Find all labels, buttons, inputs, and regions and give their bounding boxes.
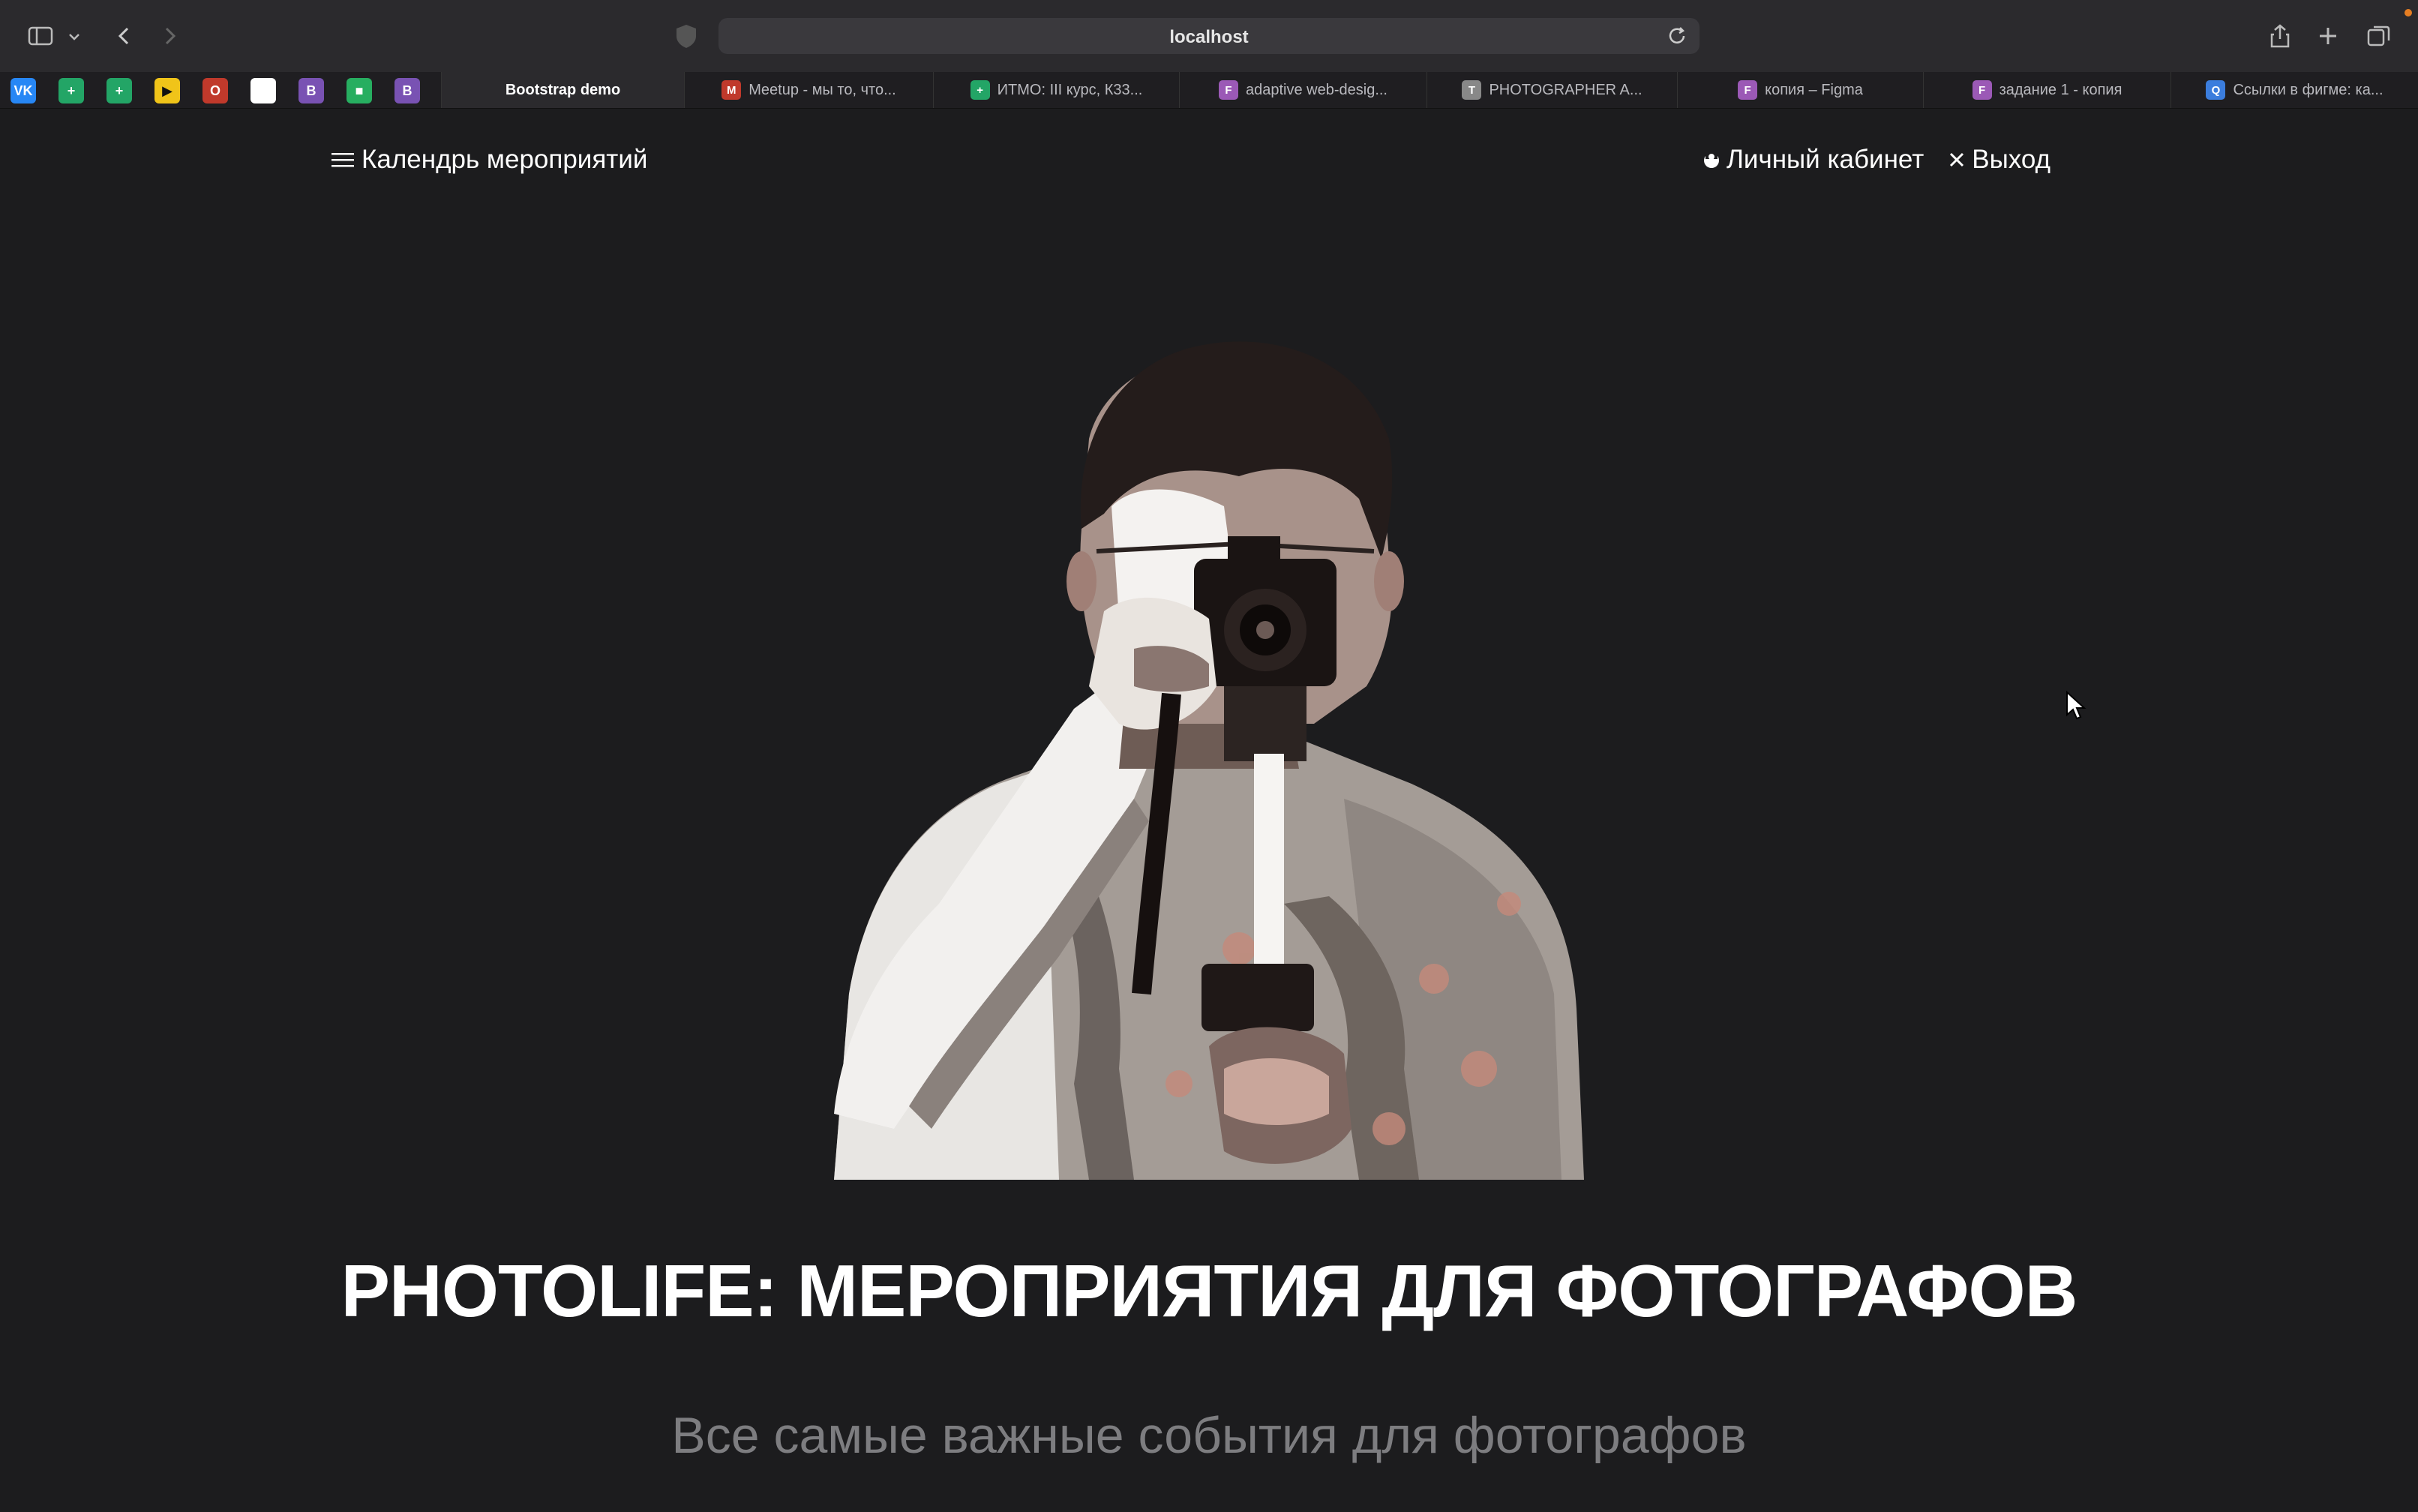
browser-tab[interactable]: Fзадание 1 - копия <box>1923 72 2170 108</box>
tab-label: задание 1 - копия <box>1999 81 2122 98</box>
bootstrap-icon[interactable]: B <box>298 78 324 104</box>
logout-link[interactable]: Выход <box>1948 145 2050 175</box>
cabinet-label: Личный кабинет <box>1726 145 1924 174</box>
logout-label: Выход <box>1972 145 2050 174</box>
sidebar-toggle-icon[interactable] <box>27 22 54 50</box>
tab-favicon-icon: F <box>1972 80 1992 100</box>
hero-subtitle: Все самые важные события для фотографов <box>671 1407 1747 1464</box>
tab-label: ИТМО: III курс, К33... <box>997 81 1143 98</box>
address-bar[interactable]: localhost <box>718 18 1700 54</box>
tab-favicon-icon: + <box>970 80 990 100</box>
browser-tab[interactable]: T PHOTOGRAPHER A... <box>1426 72 1677 108</box>
sheets-icon[interactable]: + <box>58 78 84 104</box>
sheets-icon[interactable]: + <box>106 78 132 104</box>
tab-favicon-icon: T <box>1462 80 1482 100</box>
hamburger-icon <box>332 153 354 167</box>
calendar-label: Календрь мероприятий <box>362 145 648 174</box>
user-icon <box>1703 153 1719 168</box>
browser-tab[interactable]: Q Ссылки в фигме: ка... <box>2170 72 2418 108</box>
browser-tab[interactable]: M Meetup - мы то, что... <box>684 72 933 108</box>
mouse-cursor-icon <box>2066 691 2086 720</box>
opera-icon[interactable]: O <box>202 78 228 104</box>
chevron-down-icon[interactable] <box>66 22 82 50</box>
notification-dot <box>2404 9 2412 16</box>
tab-favicon-icon: M <box>722 80 742 100</box>
new-tab-icon[interactable] <box>2314 22 2342 50</box>
browser-toolbar: localhost <box>0 0 2418 72</box>
user-nav: Личный кабинет Выход <box>1678 145 2050 175</box>
close-icon <box>1950 152 1964 167</box>
vk-icon[interactable]: VK <box>10 78 36 104</box>
back-icon[interactable] <box>111 22 138 50</box>
browser-tab[interactable]: Bootstrap demo <box>441 72 684 108</box>
browser-tab[interactable]: + ИТМО: III курс, К33... <box>933 72 1179 108</box>
calendar-nav-link[interactable]: Календрь мероприятий <box>332 145 647 175</box>
privacy-shield-icon[interactable] <box>674 22 699 50</box>
hero-title: PHOTOLIFE: МЕРОПРИЯТИЯ ДЛЯ ФОТОГРАФОВ <box>340 1250 2078 1332</box>
tab-label: Meetup - мы то, что... <box>748 81 896 98</box>
cabinet-link[interactable]: Личный кабинет <box>1702 145 1924 175</box>
tab-label: копия – Figma <box>1765 81 1863 98</box>
tab-label: adaptive web-desig... <box>1245 81 1388 98</box>
green-square-icon[interactable]: ■ <box>346 78 372 104</box>
tab-label: Ссылки в фигме: ка... <box>2233 81 2384 98</box>
tab-favicon-icon: F <box>1218 80 1238 100</box>
forward-icon[interactable] <box>156 22 183 50</box>
tab-label: Bootstrap demo <box>505 81 621 98</box>
browser-tab[interactable]: Fкопия – Figma <box>1677 72 1923 108</box>
tab-label: PHOTOGRAPHER A... <box>1489 81 1642 98</box>
play-icon[interactable]: ▶ <box>154 78 180 104</box>
github-icon[interactable] <box>250 78 276 104</box>
share-icon[interactable] <box>2266 22 2294 50</box>
reload-icon[interactable] <box>1665 24 1689 48</box>
browser-tab[interactable]: Fadaptive web-desig... <box>1179 72 1426 108</box>
tab-favicon-icon: F <box>1738 80 1758 100</box>
photographer-illustration <box>834 341 1584 1180</box>
url-text: localhost <box>1169 27 1249 47</box>
tab-favicon-icon: Q <box>2206 80 2226 100</box>
bootstrap-icon[interactable]: B <box>394 78 420 104</box>
tab-overview-icon[interactable] <box>2366 22 2392 50</box>
page-content: Календрь мероприятий Личный кабинет Выхо… <box>0 109 2418 1512</box>
